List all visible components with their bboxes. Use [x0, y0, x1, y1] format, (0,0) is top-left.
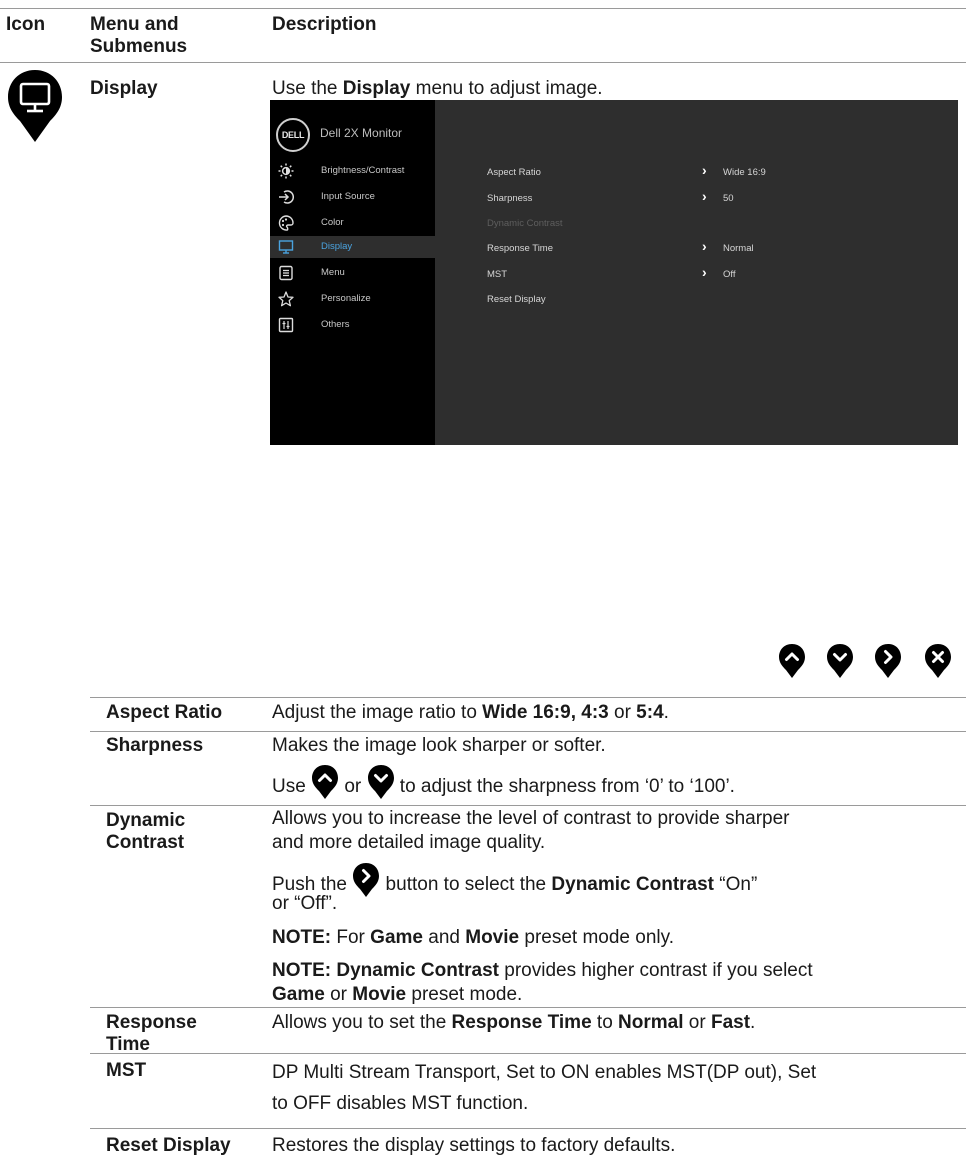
header-icon: Icon: [6, 14, 46, 35]
osd-row-aspect-ratio[interactable]: Aspect Ratio: [487, 167, 541, 178]
dynamic-contrast-label: Dynamic Contrast: [106, 810, 186, 853]
reset-display-label: Reset Display: [106, 1135, 231, 1156]
chevron-right-icon: ›: [702, 238, 707, 254]
osd-row-sharpness[interactable]: Sharpness: [487, 193, 532, 204]
osd-menu-display[interactable]: Display: [270, 236, 435, 258]
mst-desc: DP Multi Stream Transport, Set to ON ena…: [272, 1062, 817, 1114]
chevron-right-icon: ›: [702, 264, 707, 280]
down-icon: [367, 764, 395, 810]
palette-icon: [278, 215, 294, 231]
osd-row-mst[interactable]: MST: [487, 269, 507, 280]
osd-menu-others[interactable]: Others: [270, 314, 435, 336]
osd-menu-brightness[interactable]: Brightness/Contrast: [270, 160, 435, 182]
dynamic-contrast-push: Push the button to select the Dynamic Co…: [272, 862, 757, 908]
osd-submenu-panel: [435, 100, 958, 445]
osd-menu-input-source[interactable]: Input Source: [270, 186, 435, 208]
osd-val-mst: Off: [723, 269, 736, 280]
sharpness-desc-line2: Use or to adjust the sharpness from ‘0’ …: [272, 764, 735, 810]
dynamic-contrast-note1: NOTE: For Game and Movie preset mode onl…: [272, 927, 675, 948]
up-icon: [778, 643, 806, 685]
osd-row-response-time[interactable]: Response Time: [487, 243, 553, 254]
aspect-ratio-desc: Adjust the image ratio to Wide 16:9, 4:3…: [272, 702, 669, 723]
sharpness-desc: Makes the image look sharper or softer.: [272, 735, 606, 756]
osd-val-aspect-ratio: Wide 16:9: [723, 167, 766, 178]
aspect-ratio-label: Aspect Ratio: [106, 702, 223, 723]
osd-row-reset-display[interactable]: Reset Display: [487, 294, 546, 305]
row-rule: [90, 1128, 966, 1129]
row-rule: [90, 1007, 966, 1008]
input-icon: [278, 189, 294, 205]
dynamic-contrast-or: or “Off”.: [272, 893, 338, 914]
osd-title: Dell 2X Monitor: [320, 126, 403, 140]
header-rule: [0, 62, 966, 63]
up-icon: [311, 764, 339, 810]
row-rule: [90, 1053, 966, 1054]
chevron-right-icon: ›: [702, 162, 707, 178]
chevron-right-icon: ›: [702, 188, 707, 204]
display-intro: Use the Display menu to adjust image.: [272, 78, 603, 99]
top-rule: [0, 8, 966, 9]
osd-menu-menu[interactable]: Menu: [270, 262, 435, 284]
osd-val-response-time: Normal: [723, 243, 754, 254]
response-time-label: Response Time: [106, 1012, 197, 1055]
close-icon: [924, 643, 952, 685]
down-icon: [826, 643, 854, 685]
reset-display-desc: Restores the display settings to factory…: [272, 1135, 676, 1156]
monitor-icon: [278, 239, 294, 255]
osd-row-dynamic-contrast: Dynamic Contrast: [487, 218, 563, 229]
right-icon: [874, 643, 902, 685]
osd-menu-personalize[interactable]: Personalize: [270, 288, 435, 310]
row-rule: [90, 805, 966, 806]
response-time-desc: Allows you to set the Response Time to N…: [272, 1012, 756, 1033]
osd-menu-color[interactable]: Color: [270, 212, 435, 234]
sun-icon: [278, 163, 294, 179]
star-icon: [278, 291, 294, 307]
row-rule: [90, 697, 966, 698]
header-menu: Menu and Submenus: [90, 14, 188, 57]
menu-icon: [278, 265, 294, 281]
dynamic-contrast-note2: NOTE: Dynamic Contrast provides higher c…: [272, 960, 813, 1005]
osd-screenshot: DELL Dell 2X Monitor Brightness/Contrast…: [270, 100, 958, 445]
others-icon: [278, 317, 294, 333]
dell-logo: DELL: [276, 118, 310, 152]
osd-val-sharpness: 50: [723, 193, 734, 204]
mst-label: MST: [106, 1060, 147, 1081]
display-label: Display: [90, 78, 158, 99]
sharpness-label: Sharpness: [106, 735, 204, 756]
right-icon: [352, 862, 380, 908]
dynamic-contrast-desc: Allows you to increase the level of cont…: [272, 808, 790, 853]
header-description: Description: [272, 14, 377, 35]
monitor-pin-icon: [6, 68, 64, 150]
